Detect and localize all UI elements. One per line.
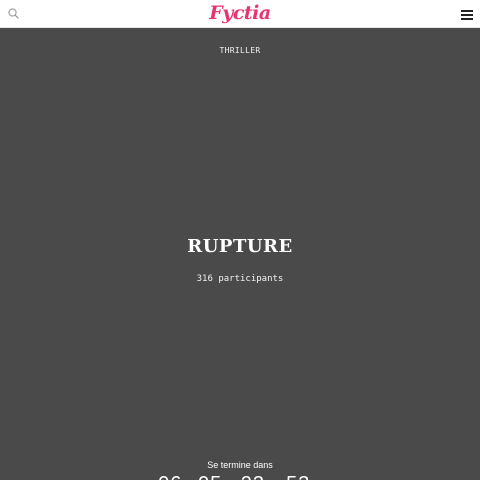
countdown-seconds-value: 53: [286, 473, 310, 480]
logo-text: Fyctia: [209, 2, 271, 24]
genre-label: THRILLER: [219, 46, 261, 55]
participants-count: 316 participants: [196, 274, 284, 284]
countdown-hours-value: 05: [198, 473, 222, 480]
contest-hero: THRILLER RUPTURE 316 participants Se ter…: [0, 28, 480, 480]
fyctia-logo[interactable]: Fyctia: [0, 1, 480, 25]
ends-in-label: Se termine dans: [207, 460, 273, 470]
top-navigation-bar: Fyctia: [0, 0, 480, 28]
countdown-minutes-value: 23: [241, 473, 265, 480]
hamburger-menu-icon: [460, 9, 474, 20]
countdown-days-value: 06: [158, 473, 182, 480]
contest-title: RUPTURE: [187, 236, 293, 257]
menu-button[interactable]: [460, 8, 474, 20]
countdown-timer: 06j 05h 23m 53s: [0, 473, 480, 480]
